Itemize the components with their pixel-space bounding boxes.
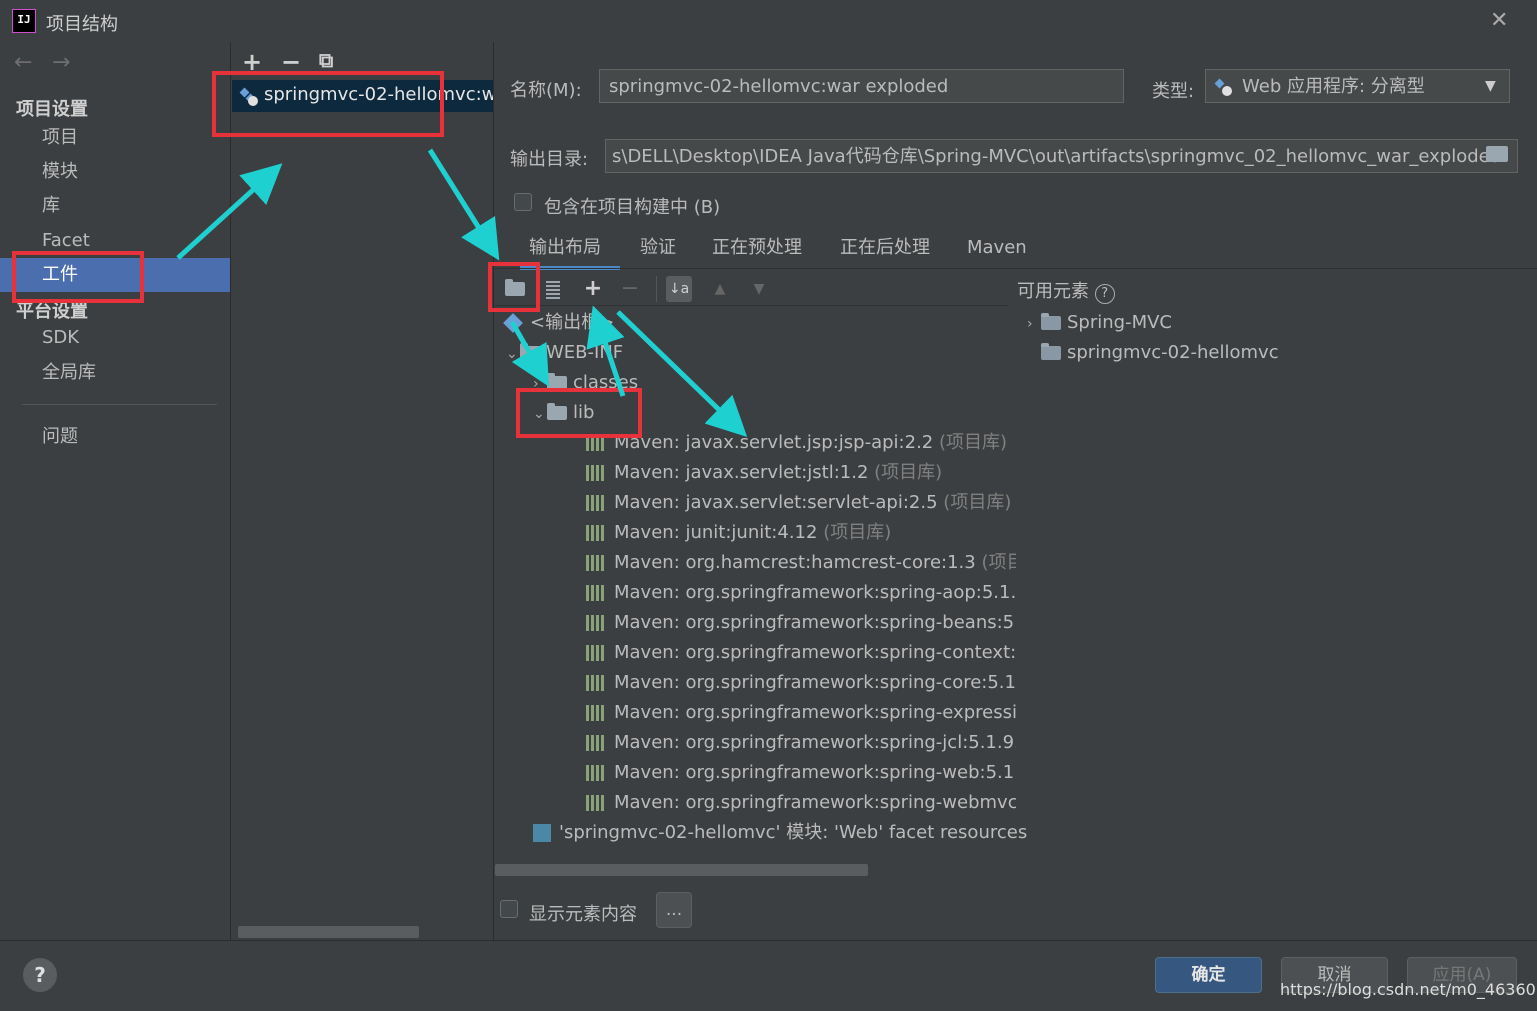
annotation-arrow [586, 305, 626, 397]
watermark: https://blog.csdn.net/m0_46360532 [1280, 980, 1537, 999]
annotation-arrow [427, 148, 500, 261]
annotation-arrow [509, 320, 549, 387]
annotation-arrow [616, 310, 748, 437]
annotation-arrows [176, 148, 748, 437]
annotation-arrow [176, 163, 283, 260]
